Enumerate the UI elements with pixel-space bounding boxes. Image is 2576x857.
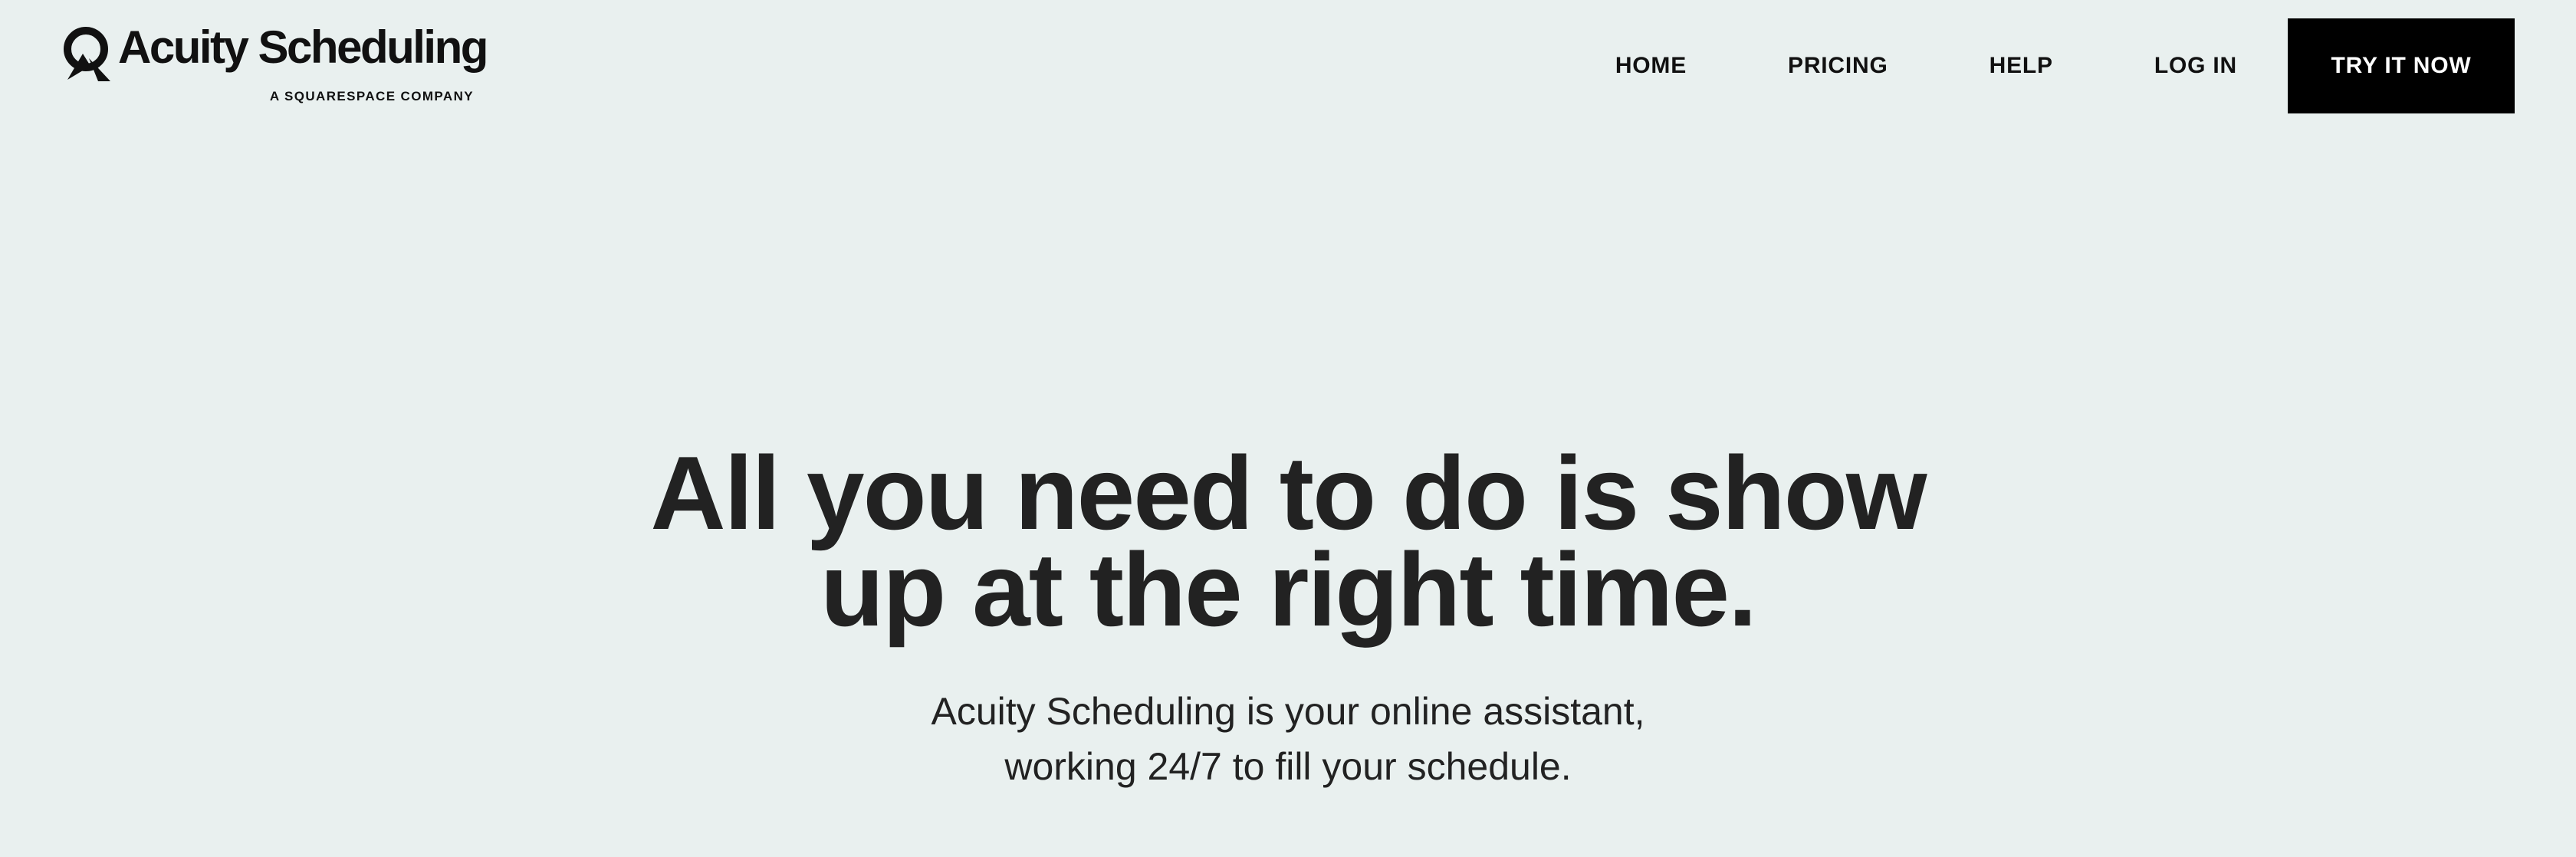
site-header: Acuity Scheduling A SQUARESPACE COMPANY … — [0, 0, 2576, 130]
brand-logo-link[interactable]: Acuity Scheduling A SQUARESPACE COMPANY — [60, 23, 488, 109]
nav-pricing[interactable]: PRICING — [1788, 53, 1888, 79]
main-nav: HOME PRICING HELP LOG IN TRY IT NOW — [1615, 18, 2515, 113]
hero-subtitle: Acuity Scheduling is your online assista… — [0, 684, 2576, 794]
acuity-logo-icon — [64, 27, 110, 81]
hero-subtitle-line-1: Acuity Scheduling is your online assista… — [931, 690, 1645, 733]
nav-help[interactable]: HELP — [1990, 53, 2053, 79]
hero-subtitle-line-2: working 24/7 to fill your schedule. — [1004, 745, 1572, 788]
hero-title-line-2: up at the right time. — [820, 531, 1757, 648]
nav-log-in[interactable]: LOG IN — [2154, 53, 2237, 79]
nav-home[interactable]: HOME — [1615, 53, 1687, 79]
hero-section: All you need to do is show up at the rig… — [0, 435, 2576, 794]
brand-name: Acuity Scheduling — [118, 21, 488, 73]
hero-title-line-1: All you need to do is show — [650, 435, 1927, 551]
try-it-now-button[interactable]: TRY IT NOW — [2288, 18, 2515, 113]
hero-title: All you need to do is show up at the rig… — [0, 435, 2576, 648]
brand-tagline: A SQUARESPACE COMPANY — [269, 89, 474, 103]
